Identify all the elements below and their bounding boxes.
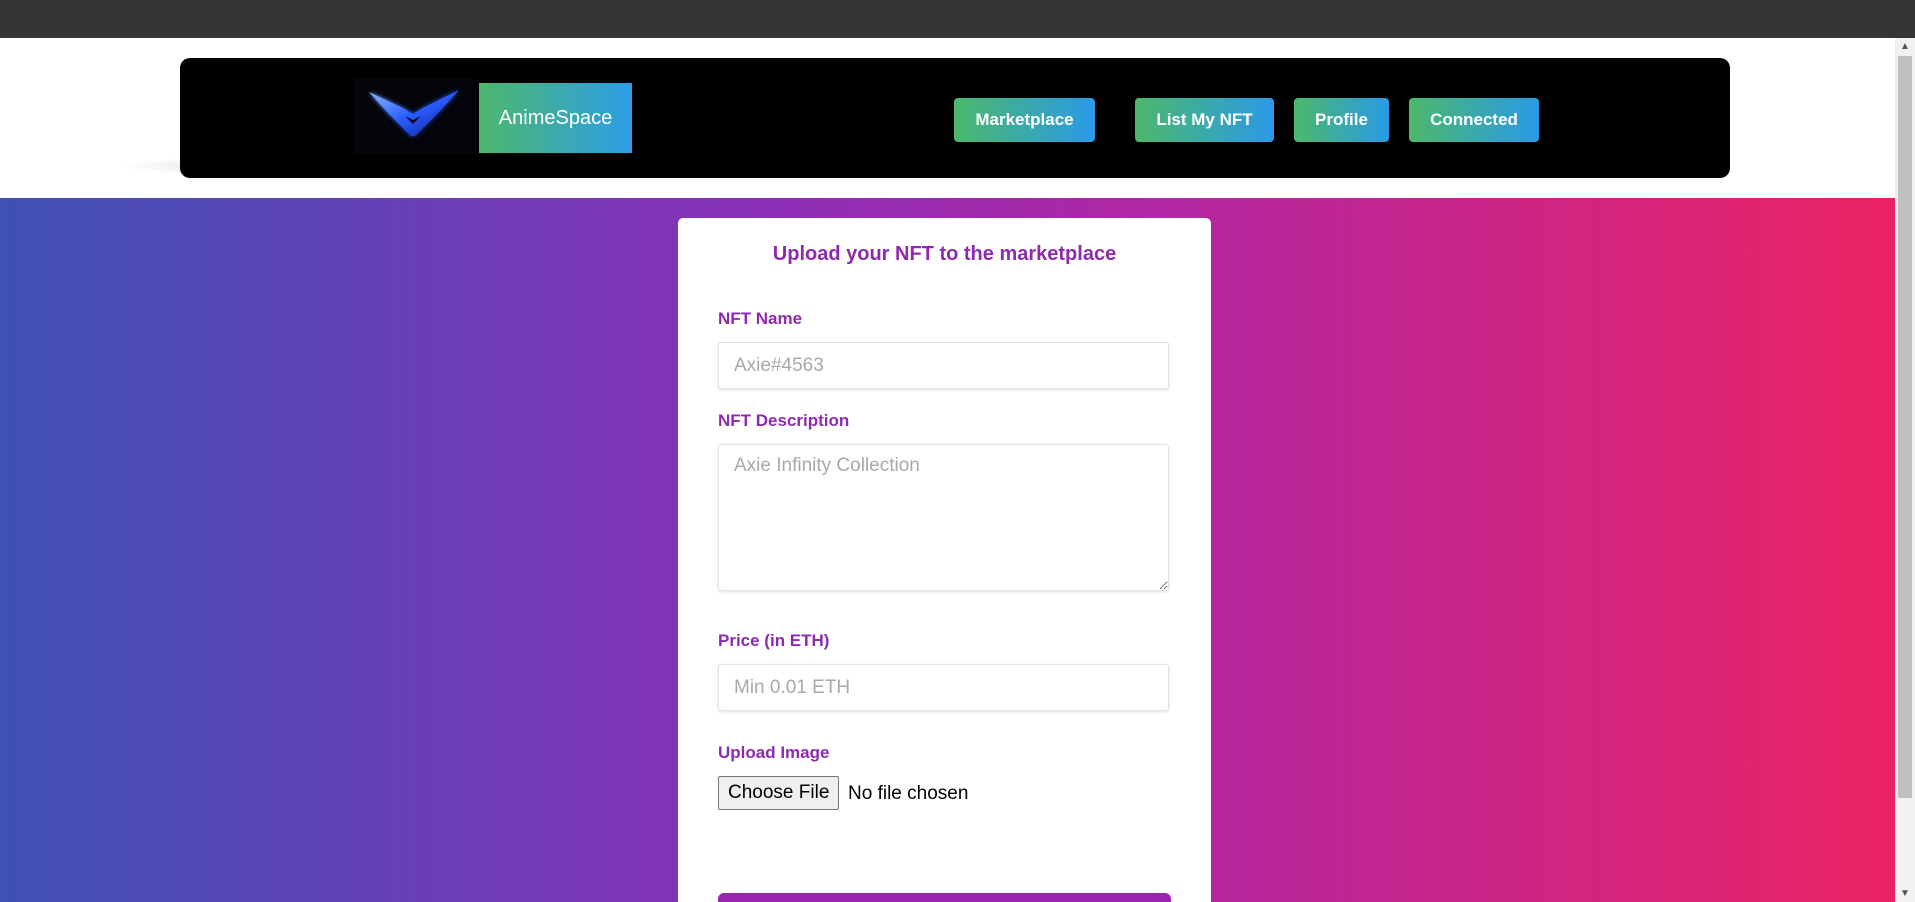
scroll-up-arrow-icon[interactable]: ▲ (1895, 38, 1915, 55)
nft-name-label: NFT Name (718, 309, 803, 328)
nft-description-label: NFT Description (718, 411, 850, 430)
logo-shadow (120, 156, 420, 176)
nav-marketplace-button[interactable]: Marketplace (954, 98, 1095, 142)
form-title: Upload your NFT to the marketplace (772, 243, 1117, 265)
list-nft-submit-button[interactable] (718, 893, 1171, 902)
page-viewport: AnimeSpace Marketplace List My NFT Profi… (0, 38, 1895, 902)
file-status-text: No file chosen (848, 783, 969, 804)
nav-connected-button[interactable]: Connected (1409, 98, 1539, 142)
scroll-down-arrow-icon[interactable]: ▼ (1895, 885, 1915, 902)
gradient-background: Upload your NFT to the marketplace NFT N… (0, 198, 1895, 902)
nav-profile-button[interactable]: Profile (1294, 98, 1389, 142)
brand-name[interactable]: AnimeSpace (479, 83, 632, 153)
choose-file-button[interactable]: Choose File (718, 776, 840, 810)
header-area: AnimeSpace Marketplace List My NFT Profi… (0, 38, 1895, 198)
upload-form-card: Upload your NFT to the marketplace NFT N… (678, 218, 1211, 902)
nav-list-my-nft-button[interactable]: List My NFT (1135, 98, 1274, 142)
price-label: Price (in ETH) (718, 631, 830, 650)
logo[interactable] (353, 78, 473, 154)
upload-image-label: Upload Image (718, 743, 830, 762)
nft-description-input[interactable] (718, 444, 1169, 591)
browser-top-bar (0, 0, 1915, 38)
page-scrollbar[interactable]: ▲ ▼ (1895, 38, 1915, 902)
scrollbar-thumb[interactable] (1898, 56, 1912, 798)
v-chevron-logo-icon (369, 90, 459, 136)
nft-name-input[interactable] (718, 342, 1169, 389)
price-input[interactable] (718, 664, 1169, 711)
navbar: AnimeSpace Marketplace List My NFT Profi… (180, 58, 1730, 178)
